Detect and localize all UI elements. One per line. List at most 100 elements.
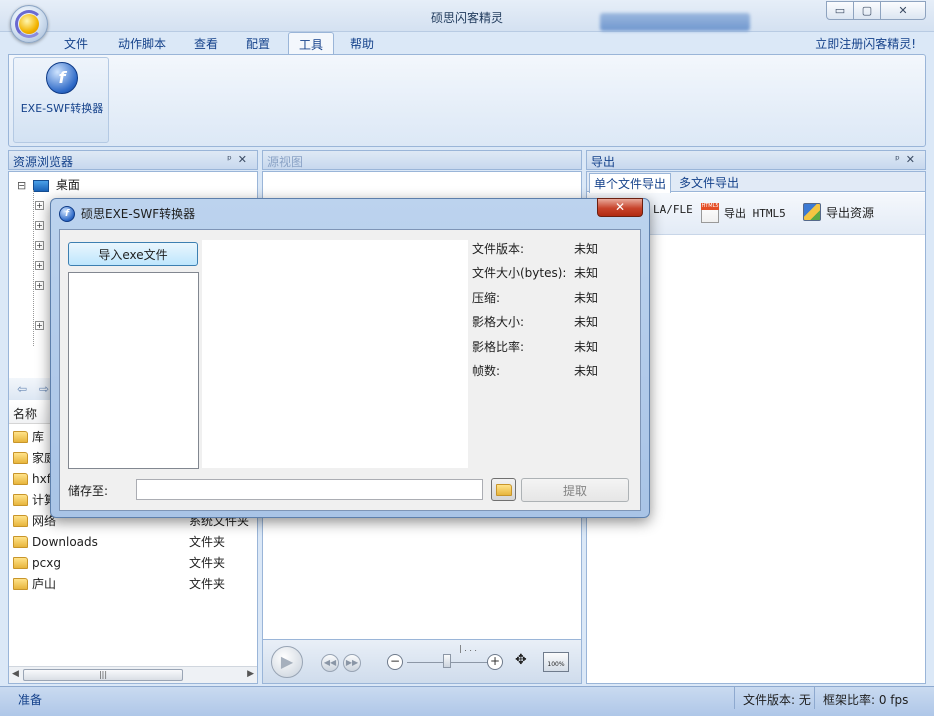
- tree-expander[interactable]: +: [35, 258, 44, 272]
- horizontal-scrollbar[interactable]: ◀ ||| ▶: [9, 666, 257, 683]
- export-fla-button[interactable]: LA/FLE: [653, 203, 693, 216]
- status-bar: 准备 文件版本: 无 框架比率: 0 fps: [0, 686, 934, 716]
- info-value: 未知: [574, 242, 599, 256]
- tree-item-label: 桌面: [55, 178, 80, 192]
- export-header: 导出 ᵖ✕: [586, 150, 926, 170]
- swf-converter-icon: f: [59, 205, 75, 222]
- tree-expander[interactable]: +: [35, 218, 44, 232]
- status-frame-ratio: 框架比率: 0 fps: [814, 687, 916, 709]
- expand-icon: +: [35, 221, 44, 230]
- swf-converter-icon: f: [46, 62, 78, 94]
- info-label: 文件大小(bytes):: [472, 266, 567, 280]
- close-pane-icon[interactable]: ✕: [238, 153, 253, 166]
- tab-help[interactable]: 帮助: [350, 35, 374, 52]
- tab-config[interactable]: 配置: [246, 35, 270, 52]
- tab-view[interactable]: 查看: [194, 35, 218, 52]
- orb-center-icon: [19, 14, 39, 34]
- export-tabs: 单个文件导出 多文件导出: [587, 172, 925, 193]
- dialog-title: 硕思EXE-SWF转换器: [81, 207, 196, 221]
- timeline-ruler: | . . .: [459, 644, 477, 653]
- step-forward-button[interactable]: ▶▶: [343, 654, 361, 672]
- info-label: 压缩:: [472, 291, 501, 305]
- tab-single-export[interactable]: 单个文件导出: [589, 173, 672, 193]
- list-item[interactable]: pcxg 文件夹: [13, 552, 257, 573]
- exe-swf-converter-button[interactable]: f EXE-SWF转换器: [16, 62, 108, 122]
- info-label: 文件版本:: [472, 242, 525, 256]
- info-value: 未知: [574, 315, 599, 329]
- tab-actionscript[interactable]: 动作脚本: [118, 35, 166, 52]
- folder-icon: [13, 430, 28, 443]
- minimize-button[interactable]: ▭: [826, 1, 854, 20]
- ribbon-group-tools: f EXE-SWF转换器: [13, 57, 109, 143]
- resource-browser-title: 资源浏览器: [13, 155, 74, 169]
- tab-tools[interactable]: 工具: [288, 32, 335, 55]
- folder-icon: [13, 535, 28, 548]
- tree-expander[interactable]: +: [35, 278, 44, 292]
- folder-icon: [13, 577, 28, 590]
- list-item[interactable]: Downloads 文件夹: [13, 531, 257, 552]
- save-path-input[interactable]: [136, 479, 483, 500]
- extract-button[interactable]: 提取: [521, 478, 629, 502]
- forward-arrow-icon[interactable]: ⇨: [39, 382, 49, 396]
- close-button[interactable]: ✕: [880, 1, 926, 20]
- ribbon-panel: f EXE-SWF转换器: [8, 54, 926, 147]
- scroll-thumb[interactable]: |||: [23, 669, 183, 681]
- folder-icon: [13, 493, 28, 506]
- export-html5-button[interactable]: 导出 HTML5: [701, 203, 786, 223]
- scroll-right-icon[interactable]: ▶: [247, 669, 254, 679]
- zoom-out-button[interactable]: −: [387, 654, 403, 670]
- window-controls: ▭ ▢ ✕: [826, 1, 926, 20]
- list-item[interactable]: hxf: [13, 468, 51, 489]
- import-exe-button[interactable]: 导入exe文件: [68, 242, 198, 266]
- play-button[interactable]: ▶: [271, 646, 303, 678]
- info-value: 未知: [574, 291, 599, 305]
- dialog-close-button[interactable]: ✕: [597, 198, 643, 217]
- expand-icon: +: [35, 241, 44, 250]
- swf-preview-area: [202, 240, 468, 468]
- dialog-title-bar: f 硕思EXE-SWF转换器: [59, 205, 195, 222]
- tree-expander[interactable]: +: [35, 318, 44, 332]
- info-value: 未知: [574, 364, 599, 378]
- zoom-100-button[interactable]: 100%: [543, 652, 569, 672]
- scroll-left-icon[interactable]: ◀: [12, 669, 19, 679]
- list-item[interactable]: 庐山 文件夹: [13, 573, 257, 594]
- info-value: 未知: [574, 340, 599, 354]
- html5-icon: [701, 203, 719, 223]
- folder-icon: [13, 451, 28, 464]
- resources-icon: [803, 203, 821, 221]
- pin-icon[interactable]: ᵖ: [227, 153, 238, 166]
- app-orb-button[interactable]: [10, 5, 48, 43]
- name-column-header[interactable]: 名称: [13, 407, 37, 421]
- tree-guide-line: [33, 190, 34, 346]
- collapse-icon[interactable]: ⊟: [17, 179, 26, 192]
- register-link[interactable]: 立即注册闪客精灵!: [815, 35, 916, 52]
- ribbon-tabs: 文件 动作脚本 查看 配置 工具 帮助 立即注册闪客精灵!: [8, 32, 926, 55]
- browse-folder-button[interactable]: [491, 478, 516, 501]
- tree-expander[interactable]: +: [35, 198, 44, 212]
- exe-file-list[interactable]: [68, 272, 199, 469]
- export-resources-button[interactable]: 导出资源: [803, 203, 874, 221]
- network-folder-icon: [13, 514, 28, 527]
- zoom-in-button[interactable]: +: [487, 654, 503, 670]
- expand-icon: +: [35, 201, 44, 210]
- export-title: 导出: [591, 155, 616, 169]
- close-pane-icon[interactable]: ✕: [906, 153, 921, 166]
- list-item[interactable]: 库: [13, 426, 44, 447]
- tree-expander[interactable]: +: [35, 238, 44, 252]
- step-back-button[interactable]: ◀◀: [321, 654, 339, 672]
- tab-multi-export[interactable]: 多文件导出: [679, 174, 739, 191]
- back-arrow-icon[interactable]: ⇦: [17, 382, 27, 396]
- zoom-slider-track[interactable]: [407, 662, 495, 663]
- maximize-button[interactable]: ▢: [853, 1, 881, 20]
- move-zoom-icon[interactable]: ✥: [515, 652, 527, 668]
- exe-swf-converter-label: EXE-SWF转换器: [20, 102, 104, 115]
- info-label: 影格比率:: [472, 340, 525, 354]
- resource-browser-header: 资源浏览器 ᵖ✕: [8, 150, 258, 170]
- zoom-slider-thumb[interactable]: [443, 654, 451, 668]
- info-value: 未知: [574, 266, 599, 280]
- expand-icon: +: [35, 261, 44, 270]
- tab-file[interactable]: 文件: [64, 35, 88, 52]
- pin-icon[interactable]: ᵖ: [895, 153, 906, 166]
- tree-item-desktop[interactable]: ⊟ 桌面: [17, 176, 80, 193]
- dialog-body: 导入exe文件 文件版本: 未知 文件大小(bytes): 未知 压缩: 未知 …: [59, 229, 641, 511]
